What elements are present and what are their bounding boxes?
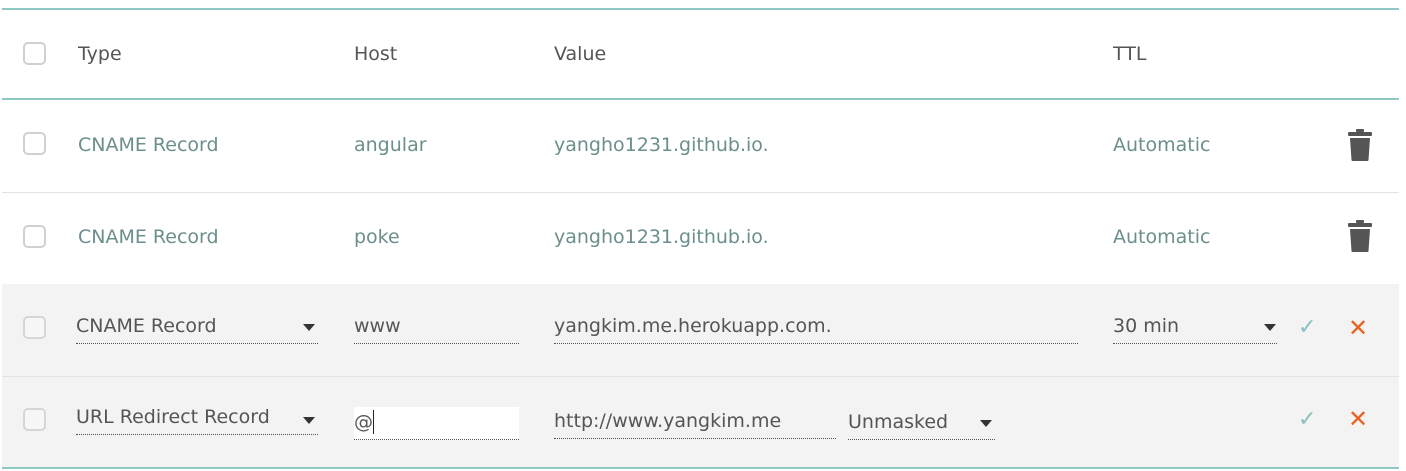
row-checkbox[interactable] — [23, 132, 46, 155]
checkmark-icon[interactable]: ✓ — [1298, 317, 1316, 339]
record-type: CNAME Record — [78, 226, 219, 248]
column-header-type[interactable]: Type — [78, 42, 122, 66]
record-value: yangho1231.github.io. — [554, 226, 769, 248]
chevron-down-icon[interactable] — [303, 417, 315, 424]
row-checkbox[interactable] — [23, 225, 46, 248]
column-header-ttl[interactable]: TTL — [1113, 42, 1146, 66]
row-checkbox[interactable] — [23, 316, 46, 339]
chevron-down-icon[interactable] — [303, 324, 315, 331]
record-type-value: CNAME Record — [76, 315, 217, 337]
trash-icon[interactable] — [1347, 129, 1373, 161]
select-all-checkbox[interactable] — [23, 42, 46, 65]
checkmark-icon[interactable]: ✓ — [1298, 409, 1316, 431]
value-input-value: yangkim.me.herokuapp.com. — [554, 315, 832, 337]
host-input[interactable]: @ — [354, 407, 519, 440]
chevron-down-icon[interactable] — [980, 420, 992, 427]
column-header-host[interactable]: Host — [354, 42, 397, 66]
ttl-select-value: 30 min — [1113, 315, 1180, 337]
record-type-select[interactable]: URL Redirect Record — [76, 405, 318, 435]
record-type: CNAME Record — [78, 134, 219, 156]
record-value: yangho1231.github.io. — [554, 134, 769, 156]
redirect-url-value: http://www.yangkim.me — [554, 410, 782, 432]
column-header-value[interactable]: Value — [554, 42, 606, 66]
close-icon[interactable]: ✕ — [1348, 407, 1368, 431]
host-input[interactable]: www — [354, 314, 519, 344]
value-input[interactable]: yangkim.me.herokuapp.com. — [554, 314, 1078, 344]
edit-row: CNAME Record www yangkim.me.herokuapp.co… — [2, 284, 1399, 376]
dns-records-table: Type Host Value TTL CNAME Record angular… — [0, 0, 1406, 471]
ttl-select[interactable]: 30 min — [1113, 314, 1277, 344]
redirect-mode-select[interactable]: Unmasked — [848, 410, 995, 440]
text-cursor — [373, 410, 374, 434]
table-row: CNAME Record poke yangho1231.github.io. … — [2, 193, 1399, 284]
record-ttl: Automatic — [1113, 226, 1211, 248]
trash-icon[interactable] — [1347, 220, 1373, 252]
record-ttl: Automatic — [1113, 134, 1211, 156]
table-header: Type Host Value TTL — [2, 10, 1399, 98]
record-host: angular — [354, 134, 427, 156]
record-host: poke — [354, 226, 400, 248]
chevron-down-icon[interactable] — [1264, 324, 1276, 331]
table-bottom-border — [2, 467, 1399, 469]
host-input-value: @ — [354, 411, 373, 433]
redirect-mode-value: Unmasked — [848, 411, 949, 433]
row-checkbox[interactable] — [23, 408, 46, 431]
host-input-value: www — [354, 315, 401, 337]
table-row: CNAME Record angular yangho1231.github.i… — [2, 100, 1399, 192]
record-type-select[interactable]: CNAME Record — [76, 314, 318, 344]
record-type-value: URL Redirect Record — [76, 406, 270, 428]
close-icon[interactable]: ✕ — [1348, 316, 1368, 340]
edit-row: URL Redirect Record @ http://www.yangkim… — [2, 377, 1399, 467]
redirect-url-input[interactable]: http://www.yangkim.me — [554, 409, 836, 439]
